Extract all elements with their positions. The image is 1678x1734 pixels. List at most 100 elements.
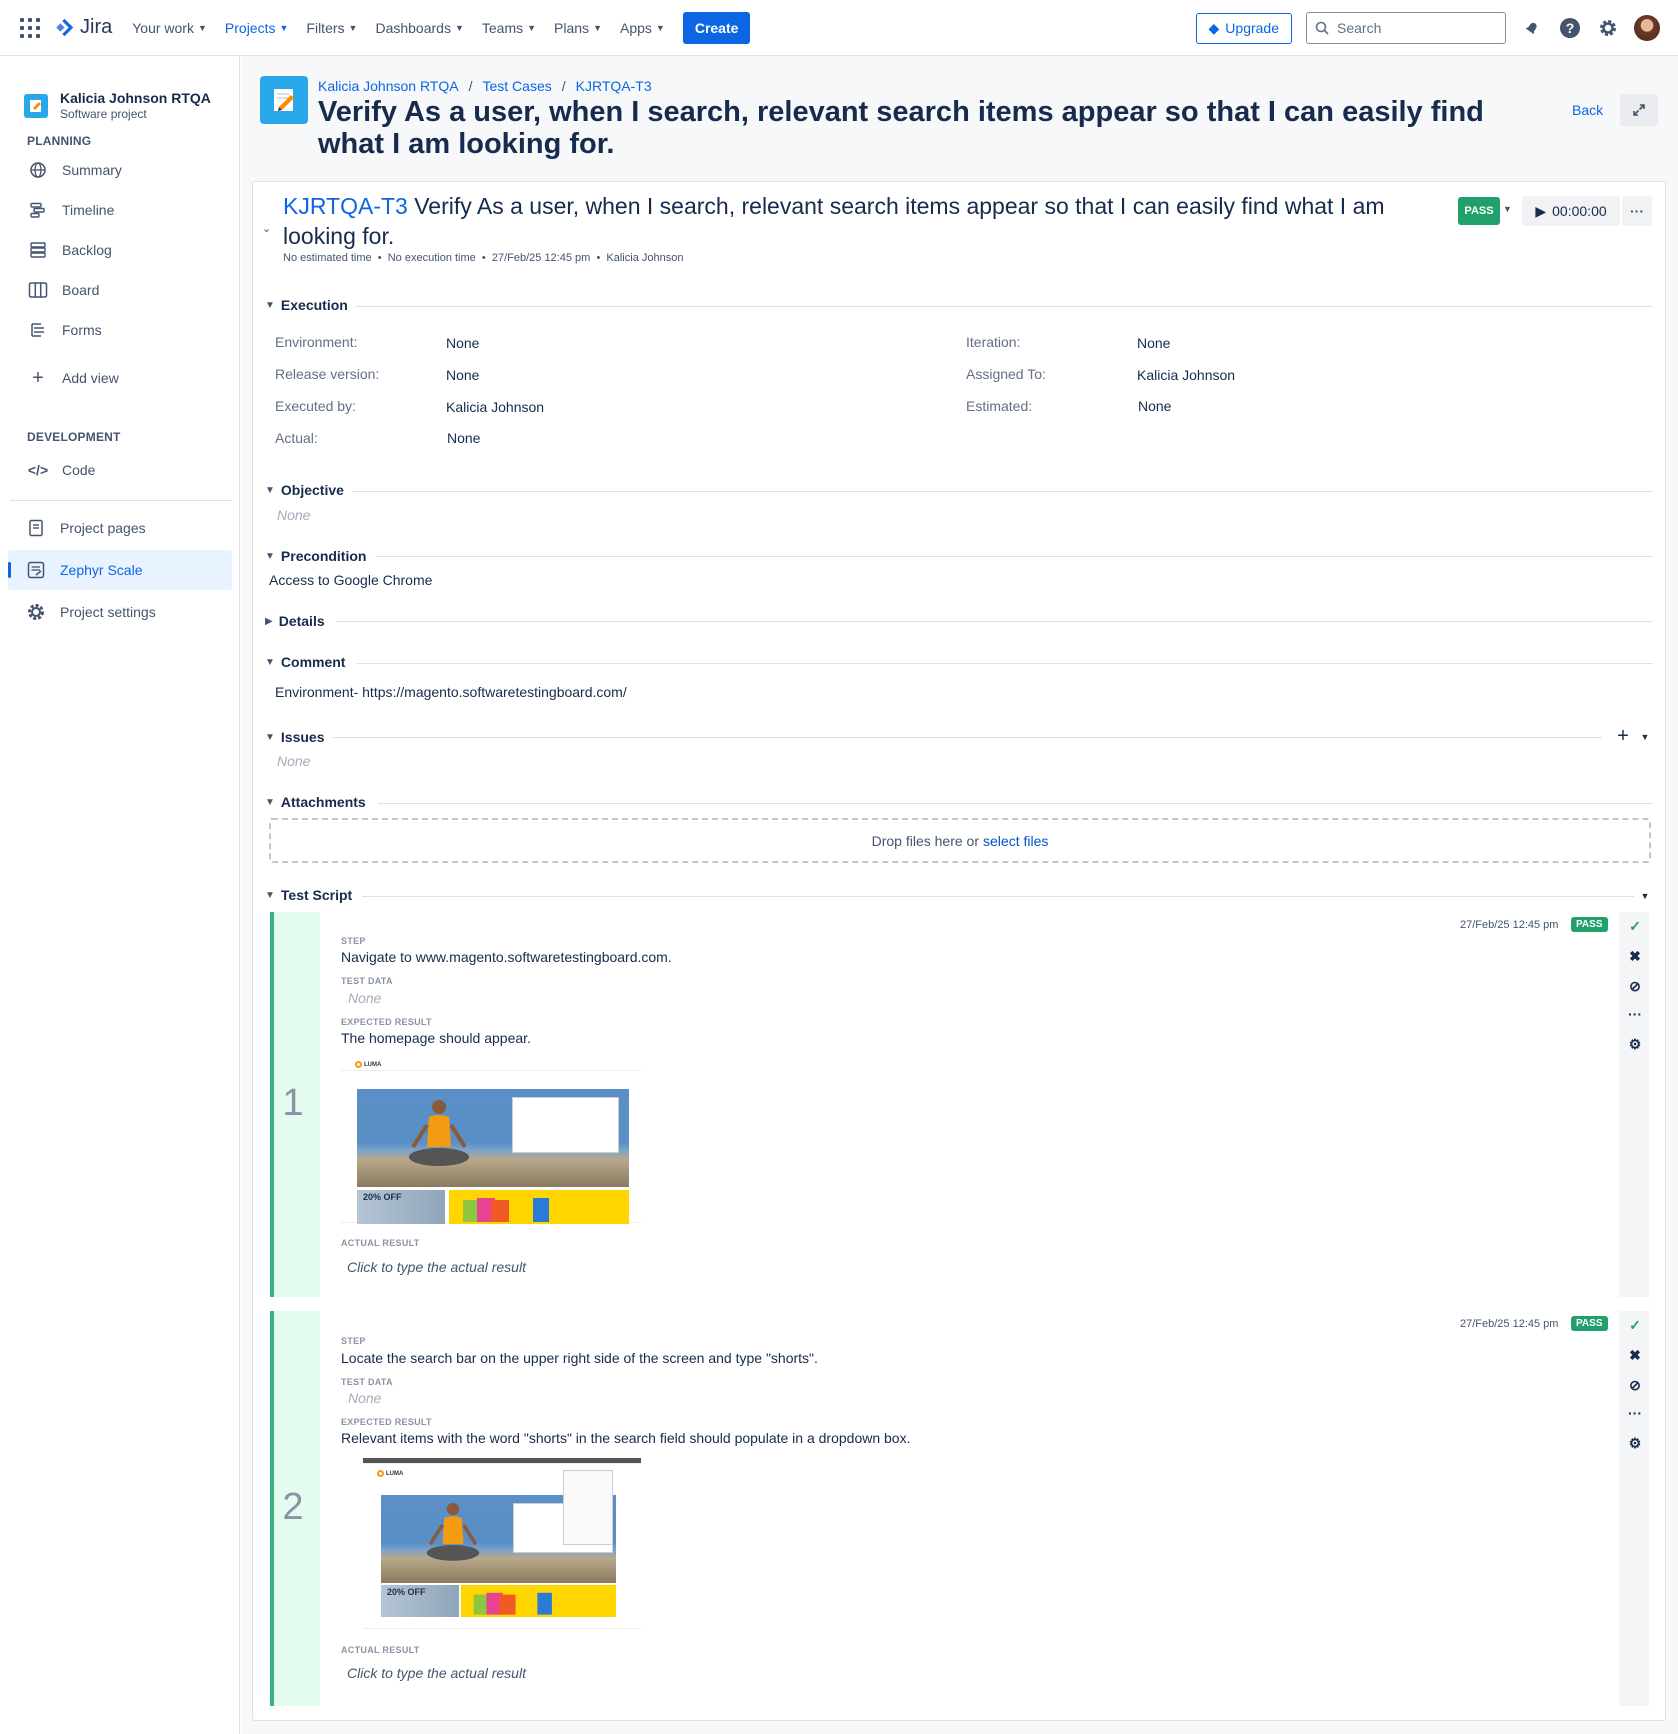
expected-result-screenshot[interactable]: LUMA 20% OFF	[363, 1458, 641, 1629]
actual-value[interactable]: None	[447, 430, 480, 446]
create-button[interactable]: Create	[682, 11, 751, 44]
plus-icon: +	[32, 366, 44, 389]
attachment-dropzone[interactable]: Drop files here or select files	[269, 818, 1651, 863]
timer-button[interactable]: ▶ 00:00:00	[1522, 196, 1620, 226]
step-status-badge[interactable]: PASS	[1571, 917, 1608, 932]
nav-filters[interactable]: Filters ▼	[306, 20, 357, 36]
comment-section-toggle[interactable]: ▼ Comment	[265, 654, 345, 670]
nav-apps[interactable]: Apps ▼	[620, 20, 665, 36]
expand-icon[interactable]	[1620, 94, 1658, 126]
screenshot-search-dropdown	[563, 1470, 613, 1545]
status-badge[interactable]: PASS	[1458, 197, 1500, 225]
app-switcher-icon[interactable]	[18, 16, 42, 40]
step-description[interactable]: Locate the search bar on the upper right…	[341, 1350, 818, 1366]
more-options-icon[interactable]: ···	[1625, 1004, 1645, 1024]
test-case-key[interactable]: KJRTQA-T3	[283, 193, 408, 219]
execution-section-toggle[interactable]: ▼ Execution	[265, 297, 348, 313]
actual-result-input[interactable]: Click to type the actual result	[347, 1665, 526, 1681]
sidebar-item-project-settings[interactable]: Project settings	[8, 592, 232, 632]
attachments-section-toggle[interactable]: ▼ Attachments	[265, 794, 366, 810]
section-title: Details	[278, 613, 325, 629]
status-dropdown-icon[interactable]: ▼	[1503, 204, 1512, 214]
test-script-options-dropdown-icon[interactable]: ▼	[1635, 886, 1655, 906]
estimated-value[interactable]: None	[1138, 398, 1171, 414]
comment-value[interactable]: Environment- https://magento.softwaretes…	[275, 684, 627, 700]
sidebar-item-code[interactable]: </> Code	[8, 450, 232, 490]
test-data-value[interactable]: None	[348, 1390, 381, 1406]
objective-section-toggle[interactable]: ▼ Objective	[265, 482, 344, 498]
section-title: Comment	[280, 654, 346, 670]
nav-projects[interactable]: Projects ▼	[225, 20, 289, 36]
pass-check-icon[interactable]: ✓	[1625, 916, 1645, 936]
sidebar-item-board[interactable]: Board	[8, 270, 232, 310]
details-section-toggle[interactable]: ▶ Details	[265, 613, 325, 629]
nav-your-work[interactable]: Your work ▼	[132, 20, 207, 36]
settings-gear-icon[interactable]: ⚙	[1625, 1433, 1645, 1453]
settings-gear-icon[interactable]	[1596, 16, 1620, 40]
project-header[interactable]: Kalicia Johnson RTQA Software project	[0, 56, 239, 121]
screenshot-header	[341, 1057, 641, 1071]
step-status-badge[interactable]: PASS	[1571, 1316, 1608, 1331]
more-options-icon[interactable]: ···	[1622, 196, 1652, 226]
breadcrumb-test-cases[interactable]: Test Cases	[482, 78, 551, 94]
sidebar-item-forms[interactable]: Forms	[8, 310, 232, 350]
help-icon[interactable]: ?	[1558, 16, 1582, 40]
fail-x-icon[interactable]: ✖	[1625, 946, 1645, 966]
screenshot-promo-box	[512, 1097, 619, 1153]
expected-result-screenshot[interactable]: LUMA 20% OFF	[341, 1057, 641, 1224]
notifications-icon[interactable]	[1520, 16, 1544, 40]
executed-by-value[interactable]: Kalicia Johnson	[446, 399, 544, 415]
sidebar-item-add-view[interactable]: + Add view	[8, 358, 232, 398]
pass-check-icon[interactable]: ✓	[1625, 1315, 1645, 1335]
nav-dashboards[interactable]: Dashboards ▼	[375, 20, 463, 36]
precondition-value[interactable]: Access to Google Chrome	[269, 572, 432, 588]
nav-plans[interactable]: Plans ▼	[554, 20, 602, 36]
expected-result[interactable]: The homepage should appear.	[341, 1030, 531, 1046]
environment-value[interactable]: None	[446, 335, 479, 351]
breadcrumb-issue-key[interactable]: KJRTQA-T3	[576, 78, 652, 94]
section-divider	[362, 896, 1634, 897]
collapse-chevron-icon[interactable]: ⌄	[262, 222, 271, 235]
svg-text:?: ?	[1566, 20, 1575, 36]
add-issue-icon[interactable]: +	[1613, 725, 1633, 747]
section-title: Attachments	[280, 794, 366, 810]
sidebar-item-project-pages[interactable]: Project pages	[8, 508, 232, 548]
sidebar-item-label: Timeline	[62, 202, 115, 218]
select-files-link[interactable]: select files	[983, 833, 1048, 849]
settings-gear-icon[interactable]: ⚙	[1625, 1034, 1645, 1054]
objective-value[interactable]: None	[277, 507, 310, 523]
step-description[interactable]: Navigate to www.magento.softwaretestingb…	[341, 949, 672, 965]
user-avatar[interactable]	[1634, 15, 1660, 41]
nav-teams[interactable]: Teams ▼	[482, 20, 536, 36]
test-data-value[interactable]: None	[348, 990, 381, 1006]
sidebar-item-backlog[interactable]: Backlog	[8, 230, 232, 270]
assigned-to-value[interactable]: Kalicia Johnson	[1137, 367, 1235, 383]
test-script-section-toggle[interactable]: ▼ Test Script	[265, 887, 352, 903]
iteration-value[interactable]: None	[1137, 335, 1170, 351]
chevron-down-icon: ▼	[265, 731, 275, 743]
precondition-section-toggle[interactable]: ▼ Precondition	[265, 548, 366, 564]
environment-label: Environment:	[275, 334, 358, 350]
sidebar-item-timeline[interactable]: Timeline	[8, 190, 232, 230]
more-options-icon[interactable]: ···	[1625, 1403, 1645, 1423]
issues-section-toggle[interactable]: ▼ Issues	[265, 729, 325, 745]
blocked-icon[interactable]: ⊘	[1625, 1375, 1645, 1395]
breadcrumb-project[interactable]: Kalicia Johnson RTQA	[318, 78, 459, 94]
back-link[interactable]: Back	[1572, 102, 1603, 118]
upgrade-button[interactable]: ◆ Upgrade	[1195, 12, 1292, 44]
test-data-label: TEST DATA	[341, 1377, 393, 1387]
sidebar-item-zephyr-scale[interactable]: Zephyr Scale	[8, 550, 232, 590]
sidebar-item-summary[interactable]: Summary	[8, 150, 232, 190]
blocked-icon[interactable]: ⊘	[1625, 976, 1645, 996]
jira-logo-icon	[56, 18, 74, 36]
test-case-title-text: Verify As a user, when I search, relevan…	[283, 193, 1385, 249]
fail-x-icon[interactable]: ✖	[1625, 1345, 1645, 1365]
chevron-down-icon: ▼	[265, 796, 275, 808]
release-version-value[interactable]: None	[446, 367, 479, 383]
search-input[interactable]: Search	[1306, 12, 1506, 44]
section-divider	[336, 621, 1653, 622]
expected-result[interactable]: Relevant items with the word "shorts" in…	[341, 1430, 910, 1446]
actual-result-input[interactable]: Click to type the actual result	[347, 1259, 526, 1275]
issue-options-dropdown-icon[interactable]: ▼	[1635, 727, 1655, 747]
jira-logo[interactable]: Jira	[54, 16, 112, 39]
